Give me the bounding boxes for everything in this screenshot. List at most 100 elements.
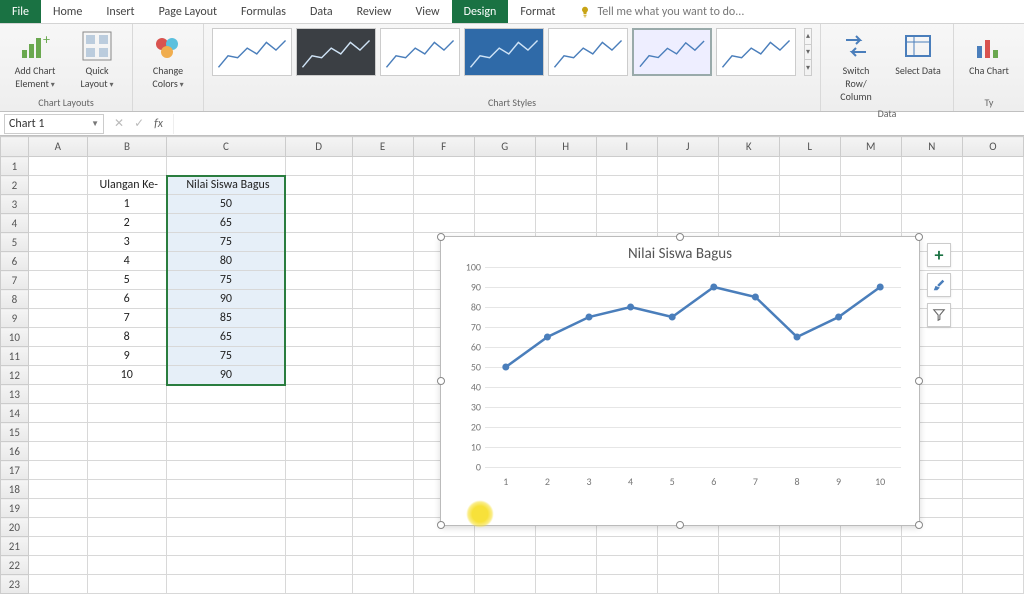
cell[interactable]: [535, 214, 596, 233]
cell[interactable]: 80: [167, 252, 286, 271]
cell[interactable]: [962, 271, 1023, 290]
cell[interactable]: [718, 157, 779, 176]
cell[interactable]: [779, 575, 840, 594]
tab-insert[interactable]: Insert: [94, 0, 146, 23]
cell[interactable]: [779, 556, 840, 575]
cell[interactable]: [962, 347, 1023, 366]
cell[interactable]: [285, 366, 352, 385]
cell[interactable]: [352, 233, 413, 252]
cell[interactable]: [167, 423, 286, 442]
cell[interactable]: [962, 518, 1023, 537]
resize-handle[interactable]: [915, 377, 923, 385]
cell[interactable]: [596, 176, 657, 195]
cell[interactable]: [285, 556, 352, 575]
cell[interactable]: [28, 233, 87, 252]
cancel-icon[interactable]: ✕: [114, 116, 124, 131]
cell[interactable]: [285, 480, 352, 499]
cell[interactable]: [87, 480, 166, 499]
cell[interactable]: 85: [167, 309, 286, 328]
cell[interactable]: [28, 556, 87, 575]
cell[interactable]: [167, 575, 286, 594]
cell[interactable]: Nilai Siswa Bagus: [167, 176, 286, 195]
resize-handle[interactable]: [915, 521, 923, 529]
cell[interactable]: [285, 499, 352, 518]
cell[interactable]: [352, 480, 413, 499]
cell[interactable]: [167, 442, 286, 461]
cell[interactable]: [535, 157, 596, 176]
cell[interactable]: 65: [167, 214, 286, 233]
cell[interactable]: [352, 157, 413, 176]
cell[interactable]: 75: [167, 233, 286, 252]
cell[interactable]: [28, 461, 87, 480]
cell[interactable]: [718, 537, 779, 556]
cell[interactable]: [87, 518, 166, 537]
cell[interactable]: [28, 157, 87, 176]
cell[interactable]: [352, 518, 413, 537]
cell[interactable]: [285, 347, 352, 366]
cell[interactable]: [596, 556, 657, 575]
cell[interactable]: [352, 176, 413, 195]
cell[interactable]: [596, 214, 657, 233]
cell[interactable]: [962, 366, 1023, 385]
tab-format[interactable]: Format: [508, 0, 567, 23]
change-colors-button[interactable]: Change Colors: [141, 28, 195, 92]
enter-icon[interactable]: ✓: [134, 116, 144, 131]
cell[interactable]: [167, 499, 286, 518]
chart-style-thumb[interactable]: [548, 28, 628, 76]
cell[interactable]: [779, 537, 840, 556]
chart-style-thumb[interactable]: [296, 28, 376, 76]
cell[interactable]: [28, 214, 87, 233]
cell[interactable]: Ulangan Ke-: [87, 176, 166, 195]
cell[interactable]: 75: [167, 271, 286, 290]
cell[interactable]: [87, 499, 166, 518]
gallery-scroll-up[interactable]: ▴: [805, 29, 811, 45]
chart-plot-area[interactable]: 0102030405060708090100: [485, 267, 901, 467]
cell[interactable]: [962, 404, 1023, 423]
cell[interactable]: [962, 252, 1023, 271]
chart-title[interactable]: Nilai Siswa Bagus: [441, 237, 919, 267]
cell[interactable]: [535, 556, 596, 575]
cell[interactable]: [535, 537, 596, 556]
cell[interactable]: [962, 537, 1023, 556]
cell[interactable]: [413, 556, 474, 575]
cell[interactable]: [962, 461, 1023, 480]
cell[interactable]: [962, 423, 1023, 442]
cell[interactable]: [28, 480, 87, 499]
cell[interactable]: [167, 461, 286, 480]
cell[interactable]: [657, 195, 718, 214]
cell[interactable]: [413, 214, 474, 233]
cell[interactable]: [596, 575, 657, 594]
cell[interactable]: 1: [87, 195, 166, 214]
embedded-chart[interactable]: + Nilai Siswa Bagus 01020304050607080901…: [440, 236, 920, 526]
cell[interactable]: [352, 366, 413, 385]
cell[interactable]: 4: [87, 252, 166, 271]
cell[interactable]: [285, 328, 352, 347]
cell[interactable]: [657, 575, 718, 594]
cell[interactable]: [352, 214, 413, 233]
cell[interactable]: [285, 195, 352, 214]
cell[interactable]: [285, 461, 352, 480]
cell[interactable]: [962, 442, 1023, 461]
cell[interactable]: [352, 556, 413, 575]
gallery-more[interactable]: ▾: [805, 60, 811, 75]
cell[interactable]: [779, 176, 840, 195]
cell[interactable]: [285, 423, 352, 442]
cell[interactable]: 2: [87, 214, 166, 233]
cell[interactable]: [28, 575, 87, 594]
cell[interactable]: [474, 195, 535, 214]
cell[interactable]: [28, 309, 87, 328]
chart-filters-button[interactable]: [927, 303, 951, 327]
cell[interactable]: 90: [167, 290, 286, 309]
cell[interactable]: [285, 309, 352, 328]
cell[interactable]: [167, 480, 286, 499]
select-data-button[interactable]: Select Data: [891, 28, 945, 79]
cell[interactable]: [840, 575, 901, 594]
resize-handle[interactable]: [676, 521, 684, 529]
cell[interactable]: [167, 385, 286, 404]
cell[interactable]: [657, 214, 718, 233]
cell[interactable]: 90: [167, 366, 286, 385]
cell[interactable]: [167, 404, 286, 423]
cell[interactable]: [285, 518, 352, 537]
cell[interactable]: [352, 195, 413, 214]
change-chart-type-button[interactable]: Cha Chart: [962, 28, 1016, 79]
